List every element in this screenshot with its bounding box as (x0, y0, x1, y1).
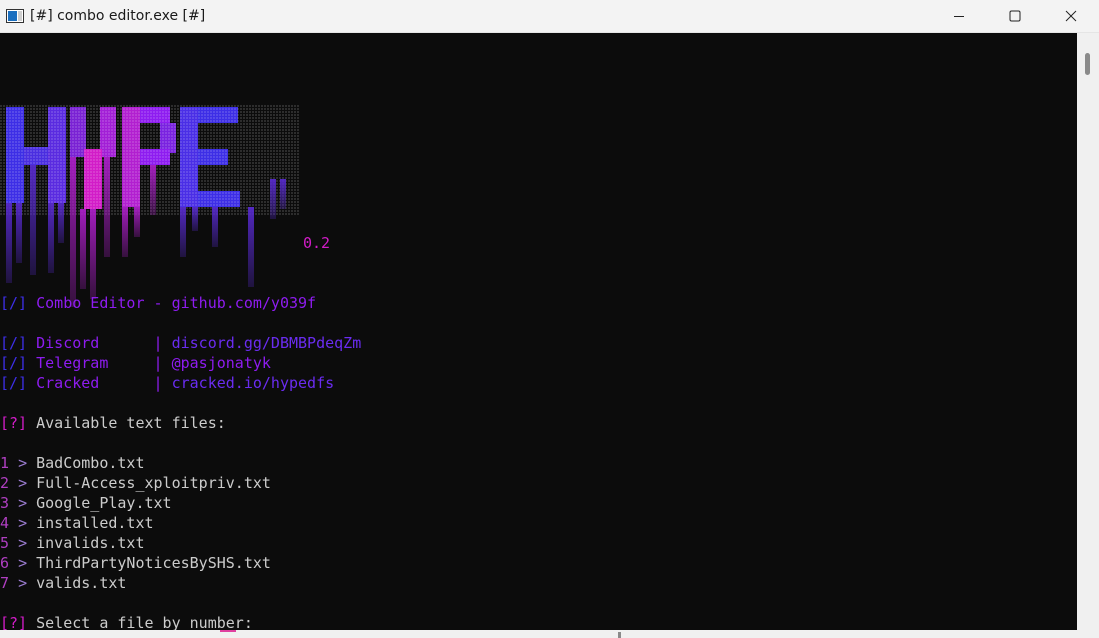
link-label: Telegram (36, 354, 154, 372)
list-item[interactable]: 2 > Full-Access_xploitpriv.txt (0, 473, 271, 493)
title-bar: [#] combo editor.exe [#] (0, 0, 1099, 33)
minimize-icon (954, 16, 964, 17)
close-icon (1065, 10, 1077, 22)
scroll-marker (220, 630, 236, 632)
link-separator: | (153, 334, 163, 352)
link-row-cracked: [/] Cracked | cracked.io/hypedfs (0, 373, 334, 393)
list-item[interactable]: 4 > installed.txt (0, 513, 154, 533)
horizontal-scrollbar[interactable] (0, 630, 1077, 638)
cracked-link[interactable]: cracked.io/hypedfs (172, 374, 335, 392)
header-bracket: [/] (0, 294, 28, 312)
link-separator: | (153, 354, 163, 372)
maximize-icon (1009, 10, 1021, 22)
vertical-scrollbar[interactable] (1077, 33, 1099, 638)
link-bracket: [/] (0, 374, 28, 392)
link-separator: | (153, 374, 163, 392)
list-item[interactable]: 1 > BadCombo.txt (0, 453, 145, 473)
link-row-telegram: [/] Telegram | @pasjonatyk (0, 353, 271, 373)
scrollbar-thumb[interactable] (1085, 53, 1090, 75)
window-title: [#] combo editor.exe [#] (30, 8, 206, 24)
close-button[interactable] (1043, 0, 1099, 32)
link-bracket: [/] (0, 354, 28, 372)
link-label: Discord (36, 334, 154, 352)
list-item[interactable]: 7 > valids.txt (0, 573, 126, 593)
file-name: ThirdPartyNoticesBySHS.txt (36, 554, 271, 572)
window-controls (931, 0, 1099, 32)
prompt-bracket: [?] (0, 414, 28, 432)
prompt-text: Available text files: (36, 414, 226, 432)
list-item[interactable]: 5 > invalids.txt (0, 533, 145, 553)
hype-logo (0, 105, 300, 307)
list-item[interactable]: 6 > ThirdPartyNoticesBySHS.txt (0, 553, 271, 573)
file-name: BadCombo.txt (36, 454, 145, 472)
console-app-icon (6, 9, 24, 23)
link-bracket: [/] (0, 334, 28, 352)
file-name: installed.txt (36, 514, 154, 532)
file-name: invalids.txt (36, 534, 145, 552)
list-item[interactable]: 3 > Google_Play.txt (0, 493, 172, 513)
telegram-link[interactable]: @pasjonatyk (172, 354, 271, 372)
header-line: [/] Combo Editor - github.com/y039f (0, 293, 316, 313)
maximize-button[interactable] (987, 0, 1043, 32)
file-name: Google_Play.txt (36, 494, 172, 512)
link-label: Cracked (36, 374, 154, 392)
discord-link[interactable]: discord.gg/DBMBPdeqZm (172, 334, 362, 352)
files-prompt: [?] Available text files: (0, 413, 226, 433)
file-name: Full-Access_xploitpriv.txt (36, 474, 271, 492)
file-name: valids.txt (36, 574, 127, 592)
link-row-discord: [/] Discord | discord.gg/DBMBPdeqZm (0, 333, 361, 353)
header-text: Combo Editor - github.com/y039f (36, 294, 317, 312)
hscrollbar-thumb[interactable] (618, 632, 621, 638)
version-label: 0.2 (303, 234, 331, 252)
minimize-button[interactable] (931, 0, 987, 32)
